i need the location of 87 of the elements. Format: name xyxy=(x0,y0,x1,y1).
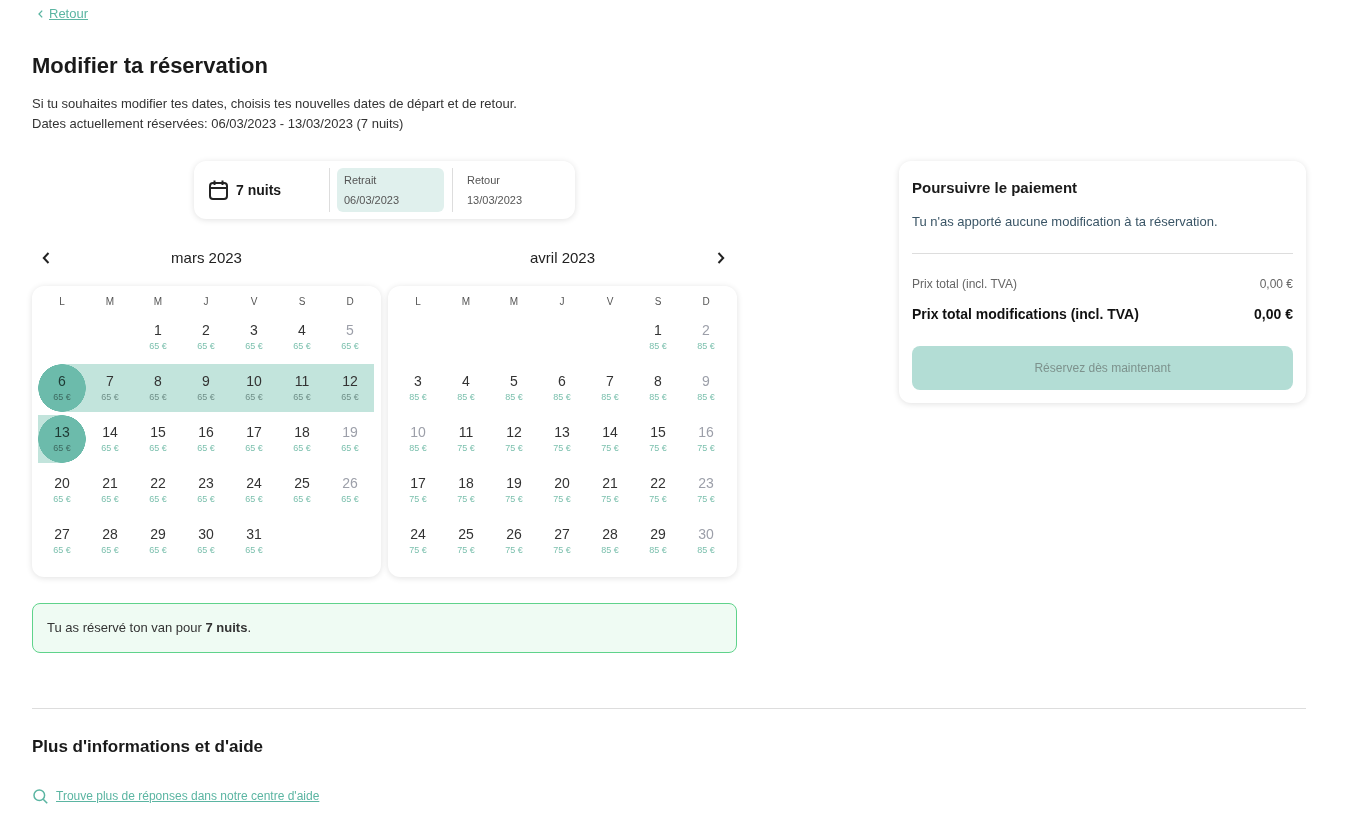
date-field[interactable]: Retour 13/03/2023 xyxy=(460,168,567,212)
help-title: Plus d'informations et d'aide xyxy=(32,736,263,758)
calendar-day[interactable]: 11 65 € xyxy=(278,364,326,412)
price-label: Prix total (incl. TVA) xyxy=(912,276,1017,293)
month-title: mars 2023 xyxy=(171,248,242,268)
chevron-right-icon xyxy=(717,252,725,264)
calendar-day[interactable]: 14 75 € xyxy=(586,415,634,463)
calendar-day[interactable]: 4 65 € xyxy=(278,313,326,361)
calendar-day[interactable]: 8 65 € xyxy=(134,364,182,412)
calendar-day[interactable]: 22 65 € xyxy=(134,466,182,514)
calendar-day[interactable]: 21 65 € xyxy=(86,466,134,514)
calendar-day[interactable]: 31 65 € xyxy=(230,517,278,565)
calendar-day[interactable]: 4 85 € xyxy=(442,364,490,412)
calendar-day[interactable]: 8 85 € xyxy=(634,364,682,412)
chevron-left-icon xyxy=(38,10,43,18)
calendar-day[interactable]: 26 75 € xyxy=(490,517,538,565)
weekday-label: M xyxy=(153,296,163,308)
price-value: 0,00 € xyxy=(1254,305,1293,324)
chevron-left-icon xyxy=(42,252,50,264)
calendar-day[interactable]: 25 65 € xyxy=(278,466,326,514)
weekday-label: M xyxy=(509,296,519,308)
weekday-label: L xyxy=(415,296,421,308)
calendar-day[interactable]: 20 75 € xyxy=(538,466,586,514)
calendar-day[interactable]: 13 65 € xyxy=(38,415,86,463)
weekday-label: D xyxy=(702,296,710,308)
calendar-day[interactable]: 29 85 € xyxy=(634,517,682,565)
page-title: Modifier ta réservation xyxy=(32,52,268,80)
calendar-day[interactable]: 24 65 € xyxy=(230,466,278,514)
weekday-label: V xyxy=(606,296,614,308)
calendar-day[interactable]: 7 85 € xyxy=(586,364,634,412)
calendar-day[interactable]: 2 65 € xyxy=(182,313,230,361)
notice-text: Tu as réservé ton van pour 7 nuits. xyxy=(47,619,252,637)
weekday-label: S xyxy=(298,296,306,308)
calendar-day[interactable]: 28 85 € xyxy=(586,517,634,565)
calendar-day[interactable]: 9 65 € xyxy=(182,364,230,412)
calendar-day[interactable]: 6 85 € xyxy=(538,364,586,412)
calendar-day[interactable]: 17 65 € xyxy=(230,415,278,463)
weekday-label: J xyxy=(559,296,565,308)
calendar-day[interactable]: 11 75 € xyxy=(442,415,490,463)
calendar-day[interactable]: 15 75 € xyxy=(634,415,682,463)
calendar-day[interactable]: 24 75 € xyxy=(394,517,442,565)
weekday-label: D xyxy=(346,296,354,308)
calendar-day[interactable]: 30 65 € xyxy=(182,517,230,565)
calendar-day[interactable]: 1 65 € xyxy=(134,313,182,361)
price-value: 0,00 € xyxy=(1259,276,1293,293)
calendar-day[interactable]: 16 65 € xyxy=(182,415,230,463)
calendar-day[interactable]: 22 75 € xyxy=(634,466,682,514)
calendar-day[interactable]: 1 85 € xyxy=(634,313,682,361)
calendar-day[interactable]: 23 65 € xyxy=(182,466,230,514)
weekday-label: S xyxy=(654,296,662,308)
calendar-day[interactable]: 15 65 € xyxy=(134,415,182,463)
intro-text: Dates actuellement réservées: 06/03/2023 - 13/03/2023 (7 nuits) xyxy=(32,115,404,133)
search-icon xyxy=(33,788,48,804)
payment-title: Poursuivre le paiement xyxy=(912,178,1078,198)
calendar-day[interactable]: 5 85 € xyxy=(490,364,538,412)
calendar-day[interactable]: 12 65 € xyxy=(326,364,374,412)
calendar-day[interactable]: 18 75 € xyxy=(442,466,490,514)
weekday-label: J xyxy=(203,296,209,308)
calendar-day[interactable]: 29 65 € xyxy=(134,517,182,565)
date-field[interactable]: Retrait 06/03/2023 xyxy=(337,168,444,212)
calendar-day[interactable]: 13 75 € xyxy=(538,415,586,463)
calendar-day[interactable]: 27 65 € xyxy=(38,517,86,565)
nights-count: 7 nuits xyxy=(236,181,282,199)
calendar-day[interactable]: 3 85 € xyxy=(394,364,442,412)
calendar-day[interactable]: 7 65 € xyxy=(86,364,134,412)
weekday-label: M xyxy=(105,296,115,308)
calendar-day[interactable]: 27 75 € xyxy=(538,517,586,565)
payment-message: Tu n'as apporté aucune modification à ta réservation. xyxy=(912,213,1218,231)
calendar-day[interactable]: 25 75 € xyxy=(442,517,490,565)
calendar-day[interactable]: 12 75 € xyxy=(490,415,538,463)
calendar-icon xyxy=(209,180,228,200)
calendar-day[interactable]: 18 65 € xyxy=(278,415,326,463)
calendar-day[interactable]: 17 75 € xyxy=(394,466,442,514)
calendar-day[interactable]: 21 75 € xyxy=(586,466,634,514)
calendar-day[interactable]: 6 65 € xyxy=(38,364,86,412)
calendar-day[interactable]: 28 65 € xyxy=(86,517,134,565)
weekday-label: L xyxy=(59,296,65,308)
month-title: avril 2023 xyxy=(529,248,595,268)
calendar-day[interactable]: 3 65 € xyxy=(230,313,278,361)
calendar-day[interactable]: 14 65 € xyxy=(86,415,134,463)
price-label: Prix total modifications (incl. TVA) xyxy=(912,305,1139,324)
calendar-day[interactable]: 19 75 € xyxy=(490,466,538,514)
intro-text: Si tu souhaites modifier tes dates, choisis tes nouvelles dates de départ et de retour. xyxy=(32,95,517,113)
weekday-label: V xyxy=(250,296,258,308)
weekday-label: M xyxy=(461,296,471,308)
calendar-day[interactable]: 10 65 € xyxy=(230,364,278,412)
calendar-day[interactable]: 20 65 € xyxy=(38,466,86,514)
